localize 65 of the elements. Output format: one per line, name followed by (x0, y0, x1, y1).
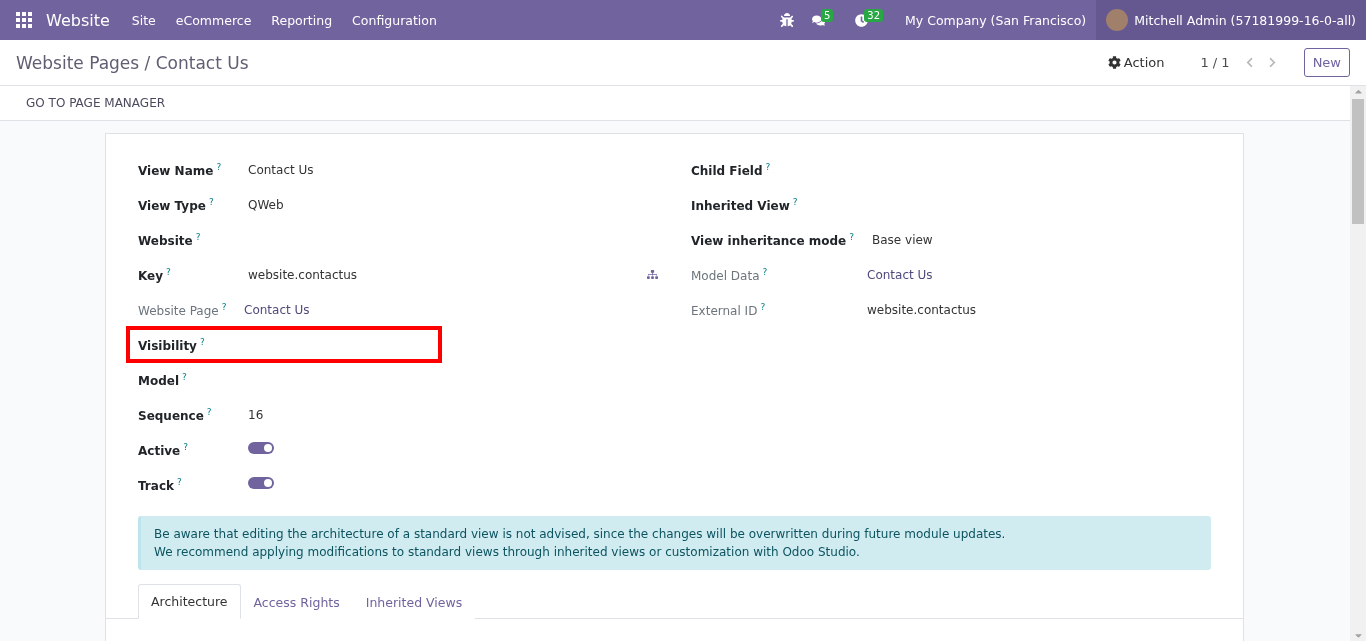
field-value: website.contactus (867, 303, 977, 317)
field-label: Sequence $^{?}$ (138, 408, 212, 423)
field-label: Model Data $^{?}$ (691, 268, 768, 283)
help-tooltip[interactable]: ? (792, 196, 798, 207)
help-tooltip[interactable]: ? (182, 371, 187, 382)
field-value: 16 (248, 408, 264, 422)
pager-value[interactable]: 1 / 1 (1200, 55, 1230, 70)
message-count: 5 (820, 8, 834, 22)
app-grid-icon[interactable] (16, 12, 32, 28)
gear-icon (1107, 56, 1121, 69)
alert-text: We recommend applying modifications to standard views through inherited views or customization with Odoo Studio. (154, 545, 861, 559)
help-tooltip[interactable]: ? (765, 161, 771, 172)
field-label: Active $^{?}$ (138, 443, 188, 458)
avatar (1106, 9, 1129, 31)
help-tooltip[interactable]: ? (206, 406, 212, 417)
field-label: Model $^{?}$ (138, 373, 187, 388)
field-value[interactable]: Contact Us (867, 268, 933, 282)
field-value: Contact Us (248, 163, 314, 177)
menu-item[interactable]: eCommerce (175, 12, 252, 28)
menu-item[interactable]: Site (131, 12, 156, 28)
help-tooltip[interactable]: ? (760, 301, 766, 312)
field-value[interactable]: Contact Us (244, 303, 310, 317)
help-tooltip[interactable]: ? (195, 231, 201, 242)
field-label: Visibility $^{?}$ (138, 338, 205, 353)
bug-icon[interactable] (779, 13, 794, 27)
action-button[interactable]: Action (1101, 54, 1171, 71)
field-label: Website Page $^{?}$ (138, 303, 227, 318)
page-manager-button[interactable]: GO TO PAGE MANAGER (16, 96, 176, 110)
menu-item[interactable]: Configuration (352, 12, 437, 28)
field-label: Child Field $^{?}$ (691, 163, 771, 178)
field-label: Inherited View $^{?}$ (691, 198, 798, 213)
field-value: website.contactus (248, 268, 358, 282)
field-value: Base view (872, 233, 933, 247)
tab[interactable]: Architecture (138, 584, 241, 619)
alert-text: Be aware that editing the architecture of a standard view is not advised, since the changes will be overwritten during future module updates. (154, 527, 1007, 541)
field-value: QWeb (248, 198, 284, 212)
field-label: View Type $^{?}$ (138, 198, 214, 213)
help-tooltip[interactable]: ? (183, 441, 188, 452)
field-label: External ID $^{?}$ (691, 303, 766, 318)
help-tooltip[interactable]: ? (762, 266, 768, 277)
help-tooltip[interactable]: ? (199, 336, 205, 347)
help-tooltip[interactable]: ? (849, 231, 855, 242)
user-name: Mitchell Admin (57181999-16-0-all) (1134, 12, 1356, 28)
hierarchy-icon[interactable] (647, 269, 658, 280)
toggle-switch[interactable] (248, 442, 274, 454)
help-tooltip[interactable]: ? (216, 161, 222, 172)
app-name[interactable]: Website (46, 10, 110, 30)
field-label: Website $^{?}$ (138, 233, 201, 248)
new-button[interactable]: New (1303, 48, 1350, 77)
help-tooltip[interactable]: ? (177, 476, 182, 487)
field-label: Key $^{?}$ (138, 268, 171, 283)
activity-count: 32 (864, 8, 883, 22)
help-tooltip[interactable]: ? (166, 266, 171, 277)
field-label: Track $^{?}$ (138, 478, 182, 493)
field-label: View inheritance mode $^{?}$ (691, 233, 855, 248)
user-menu[interactable]: Mitchell Admin (57181999-16-0-all) (1096, 0, 1366, 40)
scrollbar-thumb[interactable] (1352, 99, 1364, 224)
toggle-switch[interactable] (248, 477, 274, 489)
company-switcher[interactable]: My Company (San Francisco) (905, 12, 1087, 28)
field-label: View Name $^{?}$ (138, 163, 222, 178)
scrollbar[interactable] (1350, 86, 1366, 641)
menu-item[interactable]: Reporting (271, 12, 333, 28)
breadcrumb[interactable]: Website Pages / Contact Us (16, 52, 249, 73)
help-tooltip[interactable]: ? (221, 301, 227, 312)
help-tooltip[interactable]: ? (208, 196, 214, 207)
